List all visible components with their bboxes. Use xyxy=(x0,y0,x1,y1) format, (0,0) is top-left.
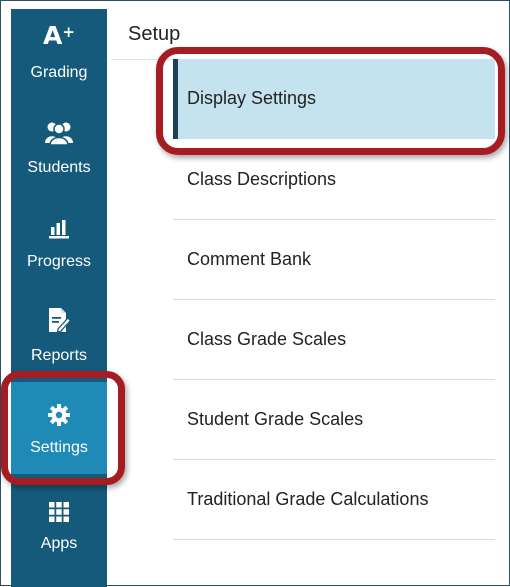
sidebar-item-apps[interactable]: Apps xyxy=(11,479,107,569)
sidebar-item-label: Progress xyxy=(26,253,92,270)
setup-item-label: Student Grade Scales xyxy=(187,409,364,429)
setup-item-display-settings[interactable]: Display Settings xyxy=(173,59,495,139)
users-icon xyxy=(11,117,107,147)
sidebar-item-grading[interactable]: A+ Grading xyxy=(11,9,107,99)
setup-item-label: Comment Bank xyxy=(187,249,312,269)
setup-item-traditional-grade-calculations[interactable]: Traditional Grade Calculations xyxy=(173,460,495,540)
gear-icon xyxy=(11,400,107,430)
sidebar-item-progress[interactable]: Progress xyxy=(11,197,107,287)
sidebar-item-label: Grading xyxy=(30,64,88,81)
bar-chart-icon xyxy=(11,213,107,243)
setup-item-label: Class Grade Scales xyxy=(187,329,347,349)
sidebar-nav: A+ Grading Students Progress Reports Set… xyxy=(11,9,107,587)
grid-icon xyxy=(11,497,107,527)
setup-item-comment-bank[interactable]: Comment Bank xyxy=(173,220,495,300)
setup-item-class-descriptions[interactable]: Class Descriptions xyxy=(173,140,495,220)
setup-item-label: Display Settings xyxy=(187,88,317,108)
sidebar-item-label: Students xyxy=(27,159,91,176)
sidebar-item-settings[interactable]: Settings xyxy=(11,382,107,474)
sidebar-item-label: Reports xyxy=(30,347,88,364)
app-window: A+ Grading Students Progress Reports Set… xyxy=(0,0,510,587)
setup-item-label: Traditional Grade Calculations xyxy=(187,489,429,509)
setup-item-label: Class Descriptions xyxy=(187,169,337,189)
page-title: Setup xyxy=(128,23,181,45)
sidebar-item-label: Apps xyxy=(40,535,78,552)
setup-item-student-grade-scales[interactable]: Student Grade Scales xyxy=(173,380,495,460)
sidebar-item-label: Settings xyxy=(30,439,88,456)
a-plus-icon: A+ xyxy=(43,21,75,50)
sidebar-item-students[interactable]: Students xyxy=(11,103,107,193)
document-edit-icon xyxy=(11,305,107,335)
sidebar-item-reports[interactable]: Reports xyxy=(11,291,107,381)
setup-item-class-grade-scales[interactable]: Class Grade Scales xyxy=(173,300,495,380)
